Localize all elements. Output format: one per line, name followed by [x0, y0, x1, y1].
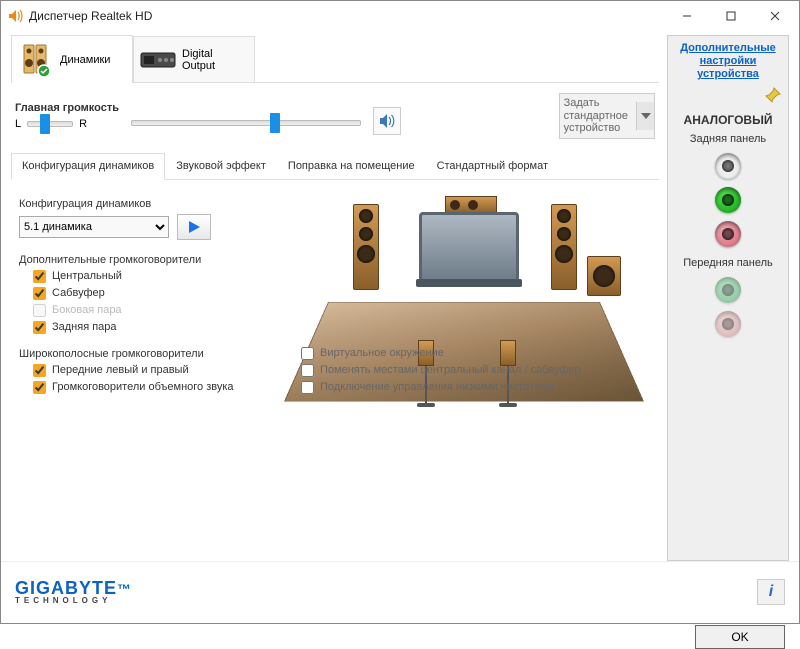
rear-panel-label: Задняя панель [672, 133, 784, 145]
advanced-device-settings-link[interactable]: Дополнительные настройки устройства [672, 42, 784, 82]
optional-speakers-heading: Дополнительные громкоговорители [19, 254, 289, 266]
speaker-app-icon [7, 8, 23, 24]
checkbox-side-pair: Боковая пара [33, 304, 289, 317]
info-button[interactable]: i [757, 579, 785, 605]
balance-slider[interactable] [27, 121, 73, 127]
checkbox-surround[interactable]: Громкоговорители объемного звука [33, 381, 289, 394]
device-tab-digital-label: Digital Output [182, 48, 248, 72]
tab-sound-effect[interactable]: Звуковой эффект [165, 153, 277, 179]
tab-default-format[interactable]: Стандартный формат [426, 153, 559, 179]
speakers-device-icon [18, 42, 54, 78]
set-default-dropdown-icon[interactable] [636, 102, 654, 130]
device-tab-digital[interactable]: Digital Output [133, 36, 255, 82]
checkbox-subwoofer[interactable]: Сабвуфер [33, 287, 289, 300]
jack-rear-pink[interactable] [715, 221, 741, 247]
close-button[interactable] [753, 2, 797, 30]
viz-subwoofer[interactable] [587, 256, 621, 296]
maximize-button[interactable] [709, 2, 753, 30]
checkbox-swap-center-sub[interactable]: Поменять местами центральный канал / саб… [301, 364, 581, 377]
checkbox-bass-mgmt[interactable]: Подключение управления низкими частотами [301, 381, 581, 394]
viz-tv [419, 212, 519, 282]
checkbox-center[interactable]: Центральный [33, 270, 289, 283]
speaker-layout-visualization: Виртуальное окружение Поменять местами ц… [299, 190, 655, 398]
balance-left-label: L [15, 118, 21, 130]
set-default-device-button[interactable]: Задать стандартное устройство [559, 93, 655, 139]
checkbox-front-lr[interactable]: Передние левый и правый [33, 364, 289, 377]
fullrange-heading: Широкополосные громкоговорители [19, 348, 289, 360]
device-tab-speakers[interactable]: Динамики [11, 35, 133, 83]
mute-button[interactable] [373, 107, 401, 135]
jack-front-pink[interactable] [715, 311, 741, 337]
window-title: Диспетчер Realtek HD [29, 9, 152, 23]
ok-button[interactable]: OK [695, 625, 785, 649]
brand-logo: GIGABYTE™ TECHNOLOGY [15, 579, 132, 605]
analog-heading: АНАЛОГОВЫЙ [672, 113, 784, 127]
checkbox-rear-pair[interactable]: Задняя пара [33, 321, 289, 334]
checkbox-virtual-surround[interactable]: Виртуальное окружение [301, 347, 581, 360]
master-volume-slider[interactable] [131, 120, 361, 126]
master-volume-label: Главная громкость [15, 102, 119, 114]
device-tab-speakers-label: Динамики [60, 54, 110, 66]
pin-icon[interactable] [672, 86, 782, 107]
jack-front-green[interactable] [715, 277, 741, 303]
jack-rear-blue[interactable] [715, 153, 741, 179]
digital-device-icon [140, 42, 176, 78]
minimize-button[interactable] [665, 2, 709, 30]
jack-rear-green[interactable] [715, 187, 741, 213]
viz-front-right[interactable] [551, 204, 577, 290]
tab-room-correction[interactable]: Поправка на помещение [277, 153, 426, 179]
viz-front-left[interactable] [353, 204, 379, 290]
front-panel-label: Передняя панель [672, 257, 784, 269]
speaker-config-heading: Конфигурация динамиков [19, 198, 289, 210]
test-play-button[interactable] [177, 214, 211, 240]
balance-right-label: R [79, 118, 87, 130]
tab-speaker-config[interactable]: Конфигурация динамиков [11, 153, 165, 180]
speaker-config-select[interactable]: 5.1 динамика [19, 216, 169, 238]
